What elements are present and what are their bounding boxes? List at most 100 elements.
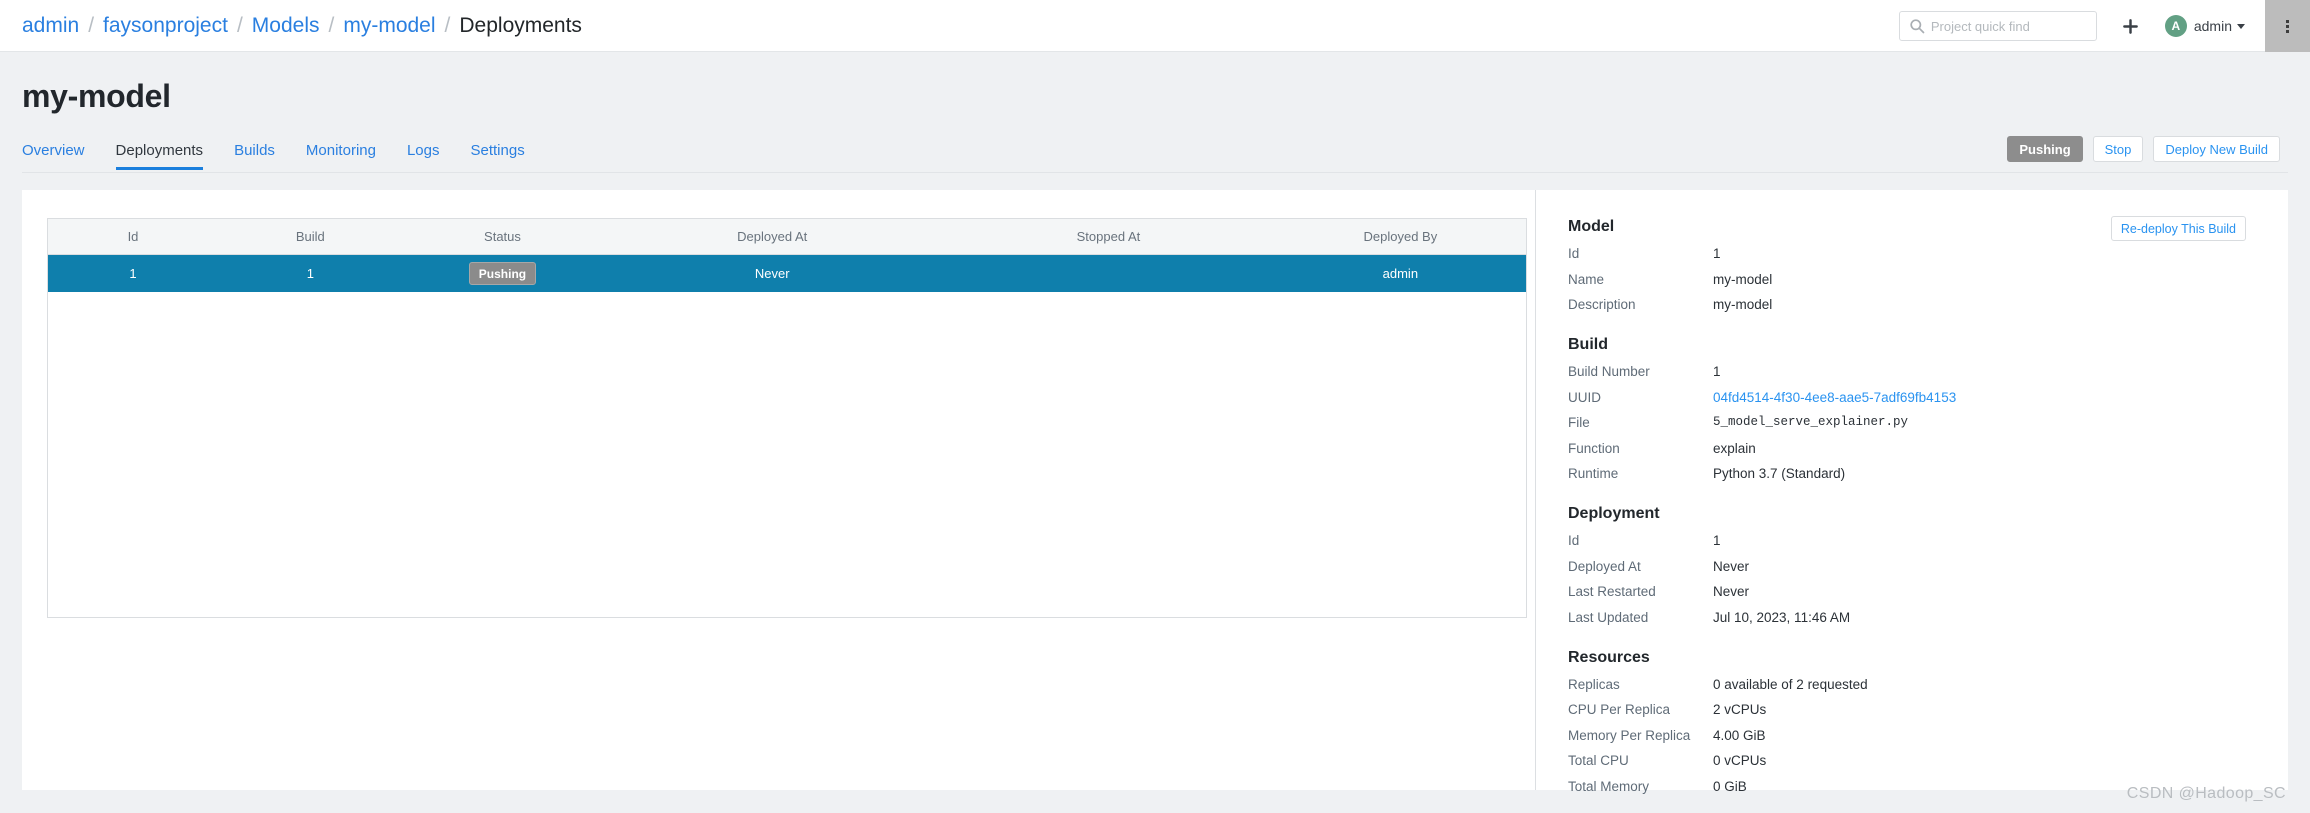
detail-label-uuid: UUID xyxy=(1568,389,1601,405)
search-icon xyxy=(1909,18,1925,34)
detail-value-build-number: 1 xyxy=(1713,364,1721,379)
detail-label-replicas: Replicas xyxy=(1568,676,1620,692)
detail-row: Function explain xyxy=(1568,440,2288,457)
cell-deployed-by: admin xyxy=(1274,254,1526,292)
detail-row: Id 1 xyxy=(1568,532,2288,549)
detail-value-total-memory: 0 GiB xyxy=(1713,778,1747,794)
detail-row: Total CPU 0 vCPUs xyxy=(1568,752,2288,769)
detail-sections: Model Id 1 Name my-model Description my-model B… xyxy=(1568,218,2288,795)
deployments-table: Id Build Status Deployed At Stopped At Deploy… xyxy=(48,219,1526,292)
detail-value-runtime: Python 3.7 (Standard) xyxy=(1713,466,1846,481)
detail-value-description: my-model xyxy=(1713,297,1773,312)
project-quick-find[interactable] xyxy=(1898,11,2097,41)
detail-label-build-number: Build Number xyxy=(1568,364,1650,379)
detail-value-replicas: 0 available of 2 requested xyxy=(1713,676,1868,692)
table-header-row: Id Build Status Deployed At Stopped At Deploy… xyxy=(48,219,1526,255)
user-menu[interactable]: A admin xyxy=(2164,15,2245,37)
column-header-deployed-at[interactable]: Deployed At xyxy=(602,219,943,255)
chevron-down-icon xyxy=(2237,23,2245,29)
top-header-bar: admin / faysonproject / Models / my-model / Depl… xyxy=(0,0,2310,52)
tab-builds[interactable]: Builds xyxy=(234,142,275,170)
detail-row: Name my-model xyxy=(1568,271,2288,288)
page-header: my-model Pushing Stop Deploy New Build O… xyxy=(0,52,2310,173)
re-deploy-this-build-button[interactable]: Re-deploy This Build xyxy=(2110,216,2246,241)
top-header-right-controls: A admin xyxy=(1898,0,2310,52)
detail-row: Last Updated Jul 10, 2023, 11:46 AM xyxy=(1568,609,2288,626)
breadcrumb-separator: / xyxy=(236,14,243,37)
detail-row: Memory Per Replica 4.00 GiB xyxy=(1568,727,2288,744)
breadcrumb-item-models[interactable]: Models xyxy=(252,14,320,38)
overflow-menu-button[interactable] xyxy=(2265,0,2310,52)
detail-value-uuid[interactable]: 04fd4514-4f30-4ee8-aae5-7adf69fb4153 xyxy=(1713,389,1956,406)
page-tabs: Overview Deployments Builds Monitoring Logs S… xyxy=(22,142,2288,173)
user-name-label: admin xyxy=(2193,18,2232,34)
detail-label-id: Id xyxy=(1568,246,1580,261)
detail-value-cpu-per-replica: 2 vCPUs xyxy=(1713,702,1767,717)
cell-id: 1 xyxy=(48,254,218,292)
detail-label-last-updated: Last Updated xyxy=(1568,609,1649,625)
detail-label-id: Id xyxy=(1568,533,1580,548)
cell-status: Pushing xyxy=(402,254,603,292)
detail-value-file: 5_model_serve_explainer.py xyxy=(1713,415,1909,429)
kebab-menu-icon xyxy=(2286,19,2289,33)
tab-settings[interactable]: Settings xyxy=(471,142,525,170)
detail-row: File 5_model_serve_explainer.py xyxy=(1568,414,2288,431)
detail-value-name: my-model xyxy=(1713,271,1773,287)
detail-label-total-cpu: Total CPU xyxy=(1568,753,1629,768)
detail-label-deployed-at: Deployed At xyxy=(1568,558,1641,574)
breadcrumb-separator: / xyxy=(444,14,451,37)
page-scroll-gutter[interactable] xyxy=(2288,52,2310,813)
table-row[interactable]: 1 1 Pushing Never admin xyxy=(48,254,1526,292)
status-badge: Pushing xyxy=(468,262,537,285)
avatar: A xyxy=(2164,15,2187,37)
main-content-card: Id Build Status Deployed At Stopped At Deploy… xyxy=(22,190,2288,794)
breadcrumb-item-my-model[interactable]: my-model xyxy=(343,14,435,38)
breadcrumb-item-faysonproject[interactable]: faysonproject xyxy=(103,14,228,38)
detail-row: Build Number 1 xyxy=(1568,363,2288,380)
detail-label-memory-per-replica: Memory Per Replica xyxy=(1568,727,1691,743)
detail-row: Replicas 0 available of 2 requested xyxy=(1568,676,2288,693)
detail-row: Runtime Python 3.7 (Standard) xyxy=(1568,465,2288,482)
detail-row: UUID 04fd4514-4f30-4ee8-aae5-7adf69fb4153 xyxy=(1568,389,2288,406)
column-header-id[interactable]: Id xyxy=(48,219,218,255)
detail-value-id: 1 xyxy=(1713,246,1721,261)
detail-value-last-updated: Jul 10, 2023, 11:46 AM xyxy=(1713,609,1851,625)
cell-deployed-at: Never xyxy=(602,254,943,292)
detail-row: Deployed At Never xyxy=(1568,558,2288,575)
add-new-button[interactable] xyxy=(2115,10,2147,42)
tab-deployments[interactable]: Deployments xyxy=(115,142,204,170)
breadcrumb-separator: / xyxy=(88,14,95,37)
detail-label-cpu-per-replica: CPU Per Replica xyxy=(1568,702,1671,717)
detail-row: Id 1 xyxy=(1568,245,2288,262)
detail-label-file: File xyxy=(1568,415,1590,430)
tab-overview[interactable]: Overview xyxy=(22,142,85,170)
detail-label-total-memory: Total Memory xyxy=(1568,778,1650,794)
detail-section-title-resources: Resources xyxy=(1568,648,1650,666)
table-header: Id Build Status Deployed At Stopped At Deploy… xyxy=(48,219,1526,255)
breadcrumb-separator: / xyxy=(328,14,335,37)
search-input[interactable] xyxy=(1930,18,2081,34)
cell-build: 1 xyxy=(217,254,403,292)
detail-value-last-restarted: Never xyxy=(1713,584,1750,599)
detail-label-name: Name xyxy=(1568,271,1605,287)
page-title: my-model xyxy=(22,78,171,114)
tab-monitoring[interactable]: Monitoring xyxy=(306,142,376,170)
detail-value-function: explain xyxy=(1713,440,1756,456)
breadcrumb-item-admin[interactable]: admin xyxy=(22,14,79,38)
detail-section-title-deployment: Deployment xyxy=(1568,505,1660,522)
deployments-table-container: Id Build Status Deployed At Stopped At Deploy… xyxy=(47,218,1527,618)
column-header-deployed-by[interactable]: Deployed By xyxy=(1274,219,1526,255)
detail-value-memory-per-replica: 4.00 GiB xyxy=(1713,727,1766,743)
cell-stopped-at xyxy=(942,254,1275,292)
detail-value-id: 1 xyxy=(1713,533,1721,548)
deployment-detail-panel: Re-deploy This Build Model Id 1 Name my-mode… xyxy=(1535,190,2288,794)
column-header-stopped-at[interactable]: Stopped At xyxy=(942,219,1275,255)
table-body: 1 1 Pushing Never admin xyxy=(48,254,1526,292)
detail-section-title-build: Build xyxy=(1568,336,1608,353)
watermark: CSDN @Hadoop_SC xyxy=(2126,785,2286,802)
column-header-build[interactable]: Build xyxy=(217,219,403,255)
detail-label-description: Description xyxy=(1568,297,1636,312)
column-header-status[interactable]: Status xyxy=(402,219,603,255)
tab-logs[interactable]: Logs xyxy=(407,142,440,170)
breadcrumb-item-deployments: Deployments xyxy=(459,14,582,37)
